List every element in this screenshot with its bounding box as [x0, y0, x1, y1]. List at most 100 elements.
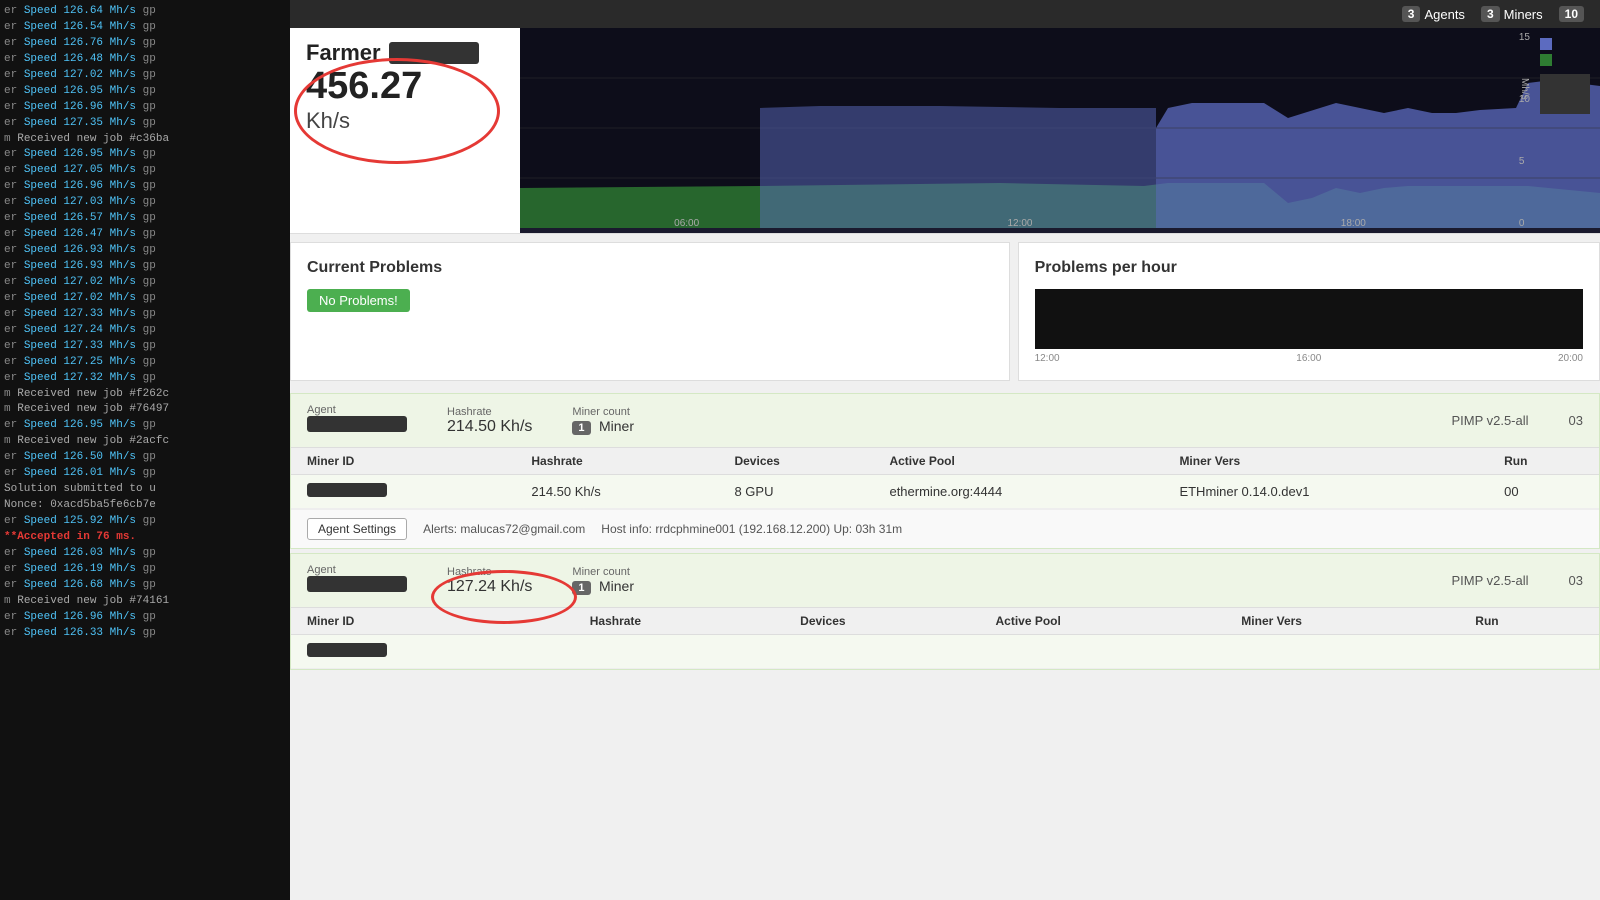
agent-2-right-col: 03 — [1569, 573, 1583, 588]
terminal-line: er Speed 126.01 Mh/s gp — [4, 466, 286, 482]
terminal-line: er Speed 127.35 Mh/s gp — [4, 116, 286, 132]
terminal-line: er Speed 126.54 Mh/s gp — [4, 20, 286, 36]
agent-1-miner-count-badge: 1 — [572, 421, 590, 435]
farmer-hashrate-value: 456.27 — [306, 66, 504, 108]
farmer-section: Farmer 456.27 Kh/s — [290, 28, 1600, 234]
terminal-line: er Speed 127.32 Mh/s gp — [4, 371, 286, 387]
agent-2-miner-text: Miner — [599, 578, 634, 594]
agents-section: Agent Hashrate 214.50 Kh/s Miner count 1… — [290, 389, 1600, 900]
col-active-pool-2: Active Pool — [980, 608, 1226, 635]
agent-2-miner-count-badge: 1 — [572, 581, 590, 595]
col-miner-vers-2: Miner Vers — [1225, 608, 1459, 635]
main-panel: 3 Agents 3 Miners 10 Farmer 456.27 Kh/s — [290, 0, 1600, 900]
miners-count: 3 — [1481, 6, 1500, 22]
chart-legend: Mh/s — [1540, 38, 1590, 114]
agent-2-header: Agent Hashrate 127.24 Kh/s Miner count 1… — [291, 554, 1599, 608]
agents-label: Agents — [1424, 7, 1464, 22]
chart-yaxis: 15 10 5 0 — [1519, 28, 1530, 233]
farmer-header: Farmer 456.27 Kh/s — [290, 28, 1600, 234]
terminal-line: er Speed 126.64 Mh/s gp — [4, 4, 286, 20]
agent-card-1: Agent Hashrate 214.50 Kh/s Miner count 1… — [290, 393, 1600, 549]
miner-runtime-cell: 00 — [1488, 475, 1599, 509]
agents-badge: 3 Agents — [1402, 6, 1465, 22]
agent-1-hashrate: 214.50 Kh/s — [447, 418, 532, 435]
agent-2-miner-table: Miner ID Hashrate Devices Active Pool Mi… — [291, 608, 1599, 669]
col-runtime-2: Run — [1459, 608, 1599, 635]
miner-hashrate-cell: 214.50 Kh/s — [515, 475, 718, 509]
problems-xaxis: 12:00 16:00 20:00 — [1035, 353, 1583, 364]
terminal-line: er Speed 127.02 Mh/s gp — [4, 291, 286, 307]
terminal-line: er Speed 127.25 Mh/s gp — [4, 355, 286, 371]
col-hashrate: Hashrate — [515, 448, 718, 475]
agent-host-info: Host info: rrdcphmine001 (192.168.12.200… — [601, 522, 902, 536]
terminal-line: m Received new job #76497 — [4, 402, 286, 418]
agent-1-name-redact — [307, 416, 407, 432]
miner-runtime-cell-2 — [1459, 635, 1599, 669]
hashrate-chart: 15 10 5 0 06:00 12:00 18:00 Mh/s — [520, 28, 1600, 233]
miner-hashrate-cell-2 — [574, 635, 784, 669]
farmer-title-area: Farmer 456.27 Kh/s — [290, 28, 520, 233]
current-problems-title: Current Problems — [307, 259, 993, 277]
current-problems-panel: Current Problems No Problems! — [290, 242, 1010, 381]
agent-alerts: Alerts: malucas72@gmail.com — [423, 522, 585, 536]
agent-2-hashrate-col: Hashrate 127.24 Kh/s — [447, 566, 532, 596]
miner-version-cell: ETHminer 0.14.0.dev1 — [1163, 475, 1488, 509]
agent-settings-button[interactable]: Agent Settings — [307, 518, 407, 540]
table-row — [291, 635, 1599, 669]
terminal-line: er Speed 126.68 Mh/s gp — [4, 578, 286, 594]
miner-id-redact — [307, 483, 387, 497]
terminal-line: er Speed 126.96 Mh/s gp — [4, 100, 286, 116]
agent-card-2: Agent Hashrate 127.24 Kh/s Miner count 1… — [290, 553, 1600, 670]
agent-1-right-col: 03 — [1569, 413, 1583, 428]
agent-2-hashrate-circle: 127.24 Kh/s — [447, 578, 532, 596]
miners-label: Miners — [1504, 7, 1543, 22]
terminal-line: er Speed 127.02 Mh/s gp — [4, 275, 286, 291]
terminal-line: er Speed 126.93 Mh/s gp — [4, 243, 286, 259]
terminal-line: m Received new job #2acfc — [4, 434, 286, 450]
agent-1-footer: Agent Settings Alerts: malucas72@gmail.c… — [291, 509, 1599, 548]
terminal-line: Solution submitted to u — [4, 482, 286, 498]
col-devices: Devices — [718, 448, 873, 475]
no-problems-badge: No Problems! — [307, 289, 410, 312]
header-bar: 3 Agents 3 Miners 10 — [290, 0, 1600, 28]
terminal-line: er Speed 126.50 Mh/s gp — [4, 450, 286, 466]
miner-version-cell-2 — [1225, 635, 1459, 669]
extra-badge: 10 — [1559, 6, 1584, 22]
terminal-line: er Speed 126.03 Mh/s gp — [4, 546, 286, 562]
farmer-hashrate-circle: 456.27 Kh/s — [306, 66, 504, 134]
terminal-line: er Speed 125.92 Mh/s gp — [4, 514, 286, 530]
miner-pool-cell-2 — [980, 635, 1226, 669]
agent-1-miner-count-col: Miner count 1 Miner — [572, 406, 634, 436]
agent-1-miner-table: Miner ID Hashrate Devices Active Pool Mi… — [291, 448, 1599, 509]
agent-1-hashrate-col: Hashrate 214.50 Kh/s — [447, 406, 532, 436]
col-devices-2: Devices — [784, 608, 979, 635]
agent-2-name-col: Agent — [307, 564, 407, 597]
terminal-panel: er Speed 126.64 Mh/s gper Speed 126.54 M… — [0, 0, 290, 900]
terminal-line: er Speed 126.76 Mh/s gp — [4, 36, 286, 52]
miner-devices-cell: 8 GPU — [718, 475, 873, 509]
agent-1-miner-text: Miner — [599, 418, 634, 434]
agent-2-pimp-version: PIMP v2.5-all — [1451, 573, 1528, 588]
col-hashrate-2: Hashrate — [574, 608, 784, 635]
legend-color-blue — [1540, 38, 1552, 50]
terminal-line: er Speed 126.19 Mh/s gp — [4, 562, 286, 578]
table-row: 214.50 Kh/s 8 GPU ethermine.org:4444 ETH… — [291, 475, 1599, 509]
farmer-title: Farmer — [306, 40, 504, 66]
terminal-line: er Speed 126.96 Mh/s gp — [4, 179, 286, 195]
chart-xaxis: 06:00 12:00 18:00 — [520, 218, 1520, 229]
chart-svg — [520, 28, 1600, 228]
terminal-line: er Speed 127.05 Mh/s gp — [4, 163, 286, 179]
agents-count: 3 — [1402, 6, 1421, 22]
miner-devices-cell-2 — [784, 635, 979, 669]
problems-chart — [1035, 289, 1583, 349]
miner-count-label: Miner count — [572, 406, 634, 418]
terminal-line: er Speed 126.96 Mh/s gp — [4, 610, 286, 626]
terminal-line: er Speed 126.33 Mh/s gp — [4, 626, 286, 642]
miner-id-redact-2 — [307, 643, 387, 657]
col-active-pool: Active Pool — [873, 448, 1163, 475]
miner-id-cell — [291, 475, 515, 509]
problems-per-hour-panel: Problems per hour 12:00 16:00 20:00 — [1018, 242, 1600, 381]
farmer-title-redact — [389, 42, 479, 64]
col-runtime: Run — [1488, 448, 1599, 475]
terminal-line: m Received new job #f262c — [4, 387, 286, 403]
